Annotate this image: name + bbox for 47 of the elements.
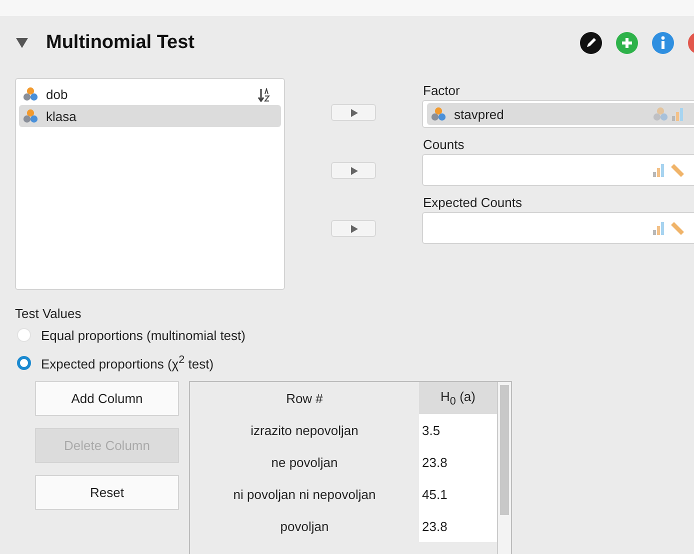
radio-label[interactable]: Equal proportions (multinomial test) bbox=[41, 328, 246, 342]
variable-item[interactable]: klasa bbox=[19, 105, 281, 127]
collapse-icon[interactable] bbox=[16, 37, 28, 49]
radio-label[interactable]: Expected proportions (χ$^{2}$ test) bbox=[41, 354, 214, 372]
move-right-button[interactable] bbox=[331, 104, 376, 121]
play-icon bbox=[350, 166, 358, 174]
nominal-variable-icon bbox=[23, 109, 38, 123]
variable-item[interactable]: dob bbox=[19, 83, 281, 105]
nominal-variable-icon bbox=[431, 107, 446, 121]
scrollbar[interactable] bbox=[497, 382, 511, 554]
row-label: ne povoljan bbox=[270, 454, 339, 472]
edit-icon[interactable] bbox=[580, 32, 602, 54]
variable-drop-field[interactable]: stavpred bbox=[422, 100, 694, 128]
field-label: Expected Counts bbox=[422, 194, 524, 212]
section-label: Test Values bbox=[15, 306, 82, 321]
move-right-button[interactable] bbox=[331, 220, 376, 237]
table-button[interactable]: Reset bbox=[35, 475, 179, 510]
add-icon[interactable] bbox=[616, 32, 638, 54]
value-cell[interactable]: 45.1 bbox=[419, 478, 497, 510]
play-icon bbox=[350, 224, 358, 232]
bar-chart-icon bbox=[652, 221, 666, 235]
panel-title: Multinomial Test bbox=[46, 32, 194, 54]
value-cell[interactable]: 3.5 bbox=[419, 414, 497, 446]
row-label: ni povoljan ni nepovoljan bbox=[232, 486, 377, 504]
column-header: H$_{0}$ (a) bbox=[440, 388, 476, 408]
column-header: Row # bbox=[286, 390, 323, 406]
ruler-icon bbox=[669, 220, 685, 236]
variable-item[interactable]: stavpred bbox=[427, 103, 694, 125]
nominal-variable-icon bbox=[23, 87, 38, 101]
row-label: povoljan bbox=[279, 518, 330, 536]
value-cell[interactable]: 23.8 bbox=[419, 446, 497, 478]
field-label: Factor bbox=[422, 82, 461, 100]
variable-drop-field[interactable] bbox=[422, 212, 694, 244]
field-label: Counts bbox=[422, 136, 466, 154]
sort-icon[interactable] bbox=[258, 88, 270, 102]
ruler-icon bbox=[669, 162, 685, 178]
bar-chart-icon bbox=[671, 107, 685, 121]
radio-button[interactable] bbox=[17, 356, 31, 370]
play-icon bbox=[350, 108, 358, 116]
move-right-button[interactable] bbox=[331, 162, 376, 179]
nominal-variable-icon bbox=[653, 107, 668, 121]
table-button[interactable]: Add Column bbox=[35, 381, 179, 416]
bar-chart-icon bbox=[652, 163, 666, 177]
row-label: izrazito nepovoljan bbox=[250, 422, 360, 440]
variable-drop-field[interactable] bbox=[422, 154, 694, 186]
info-icon[interactable] bbox=[652, 32, 674, 54]
value-cell[interactable]: 23.8 bbox=[419, 510, 497, 542]
